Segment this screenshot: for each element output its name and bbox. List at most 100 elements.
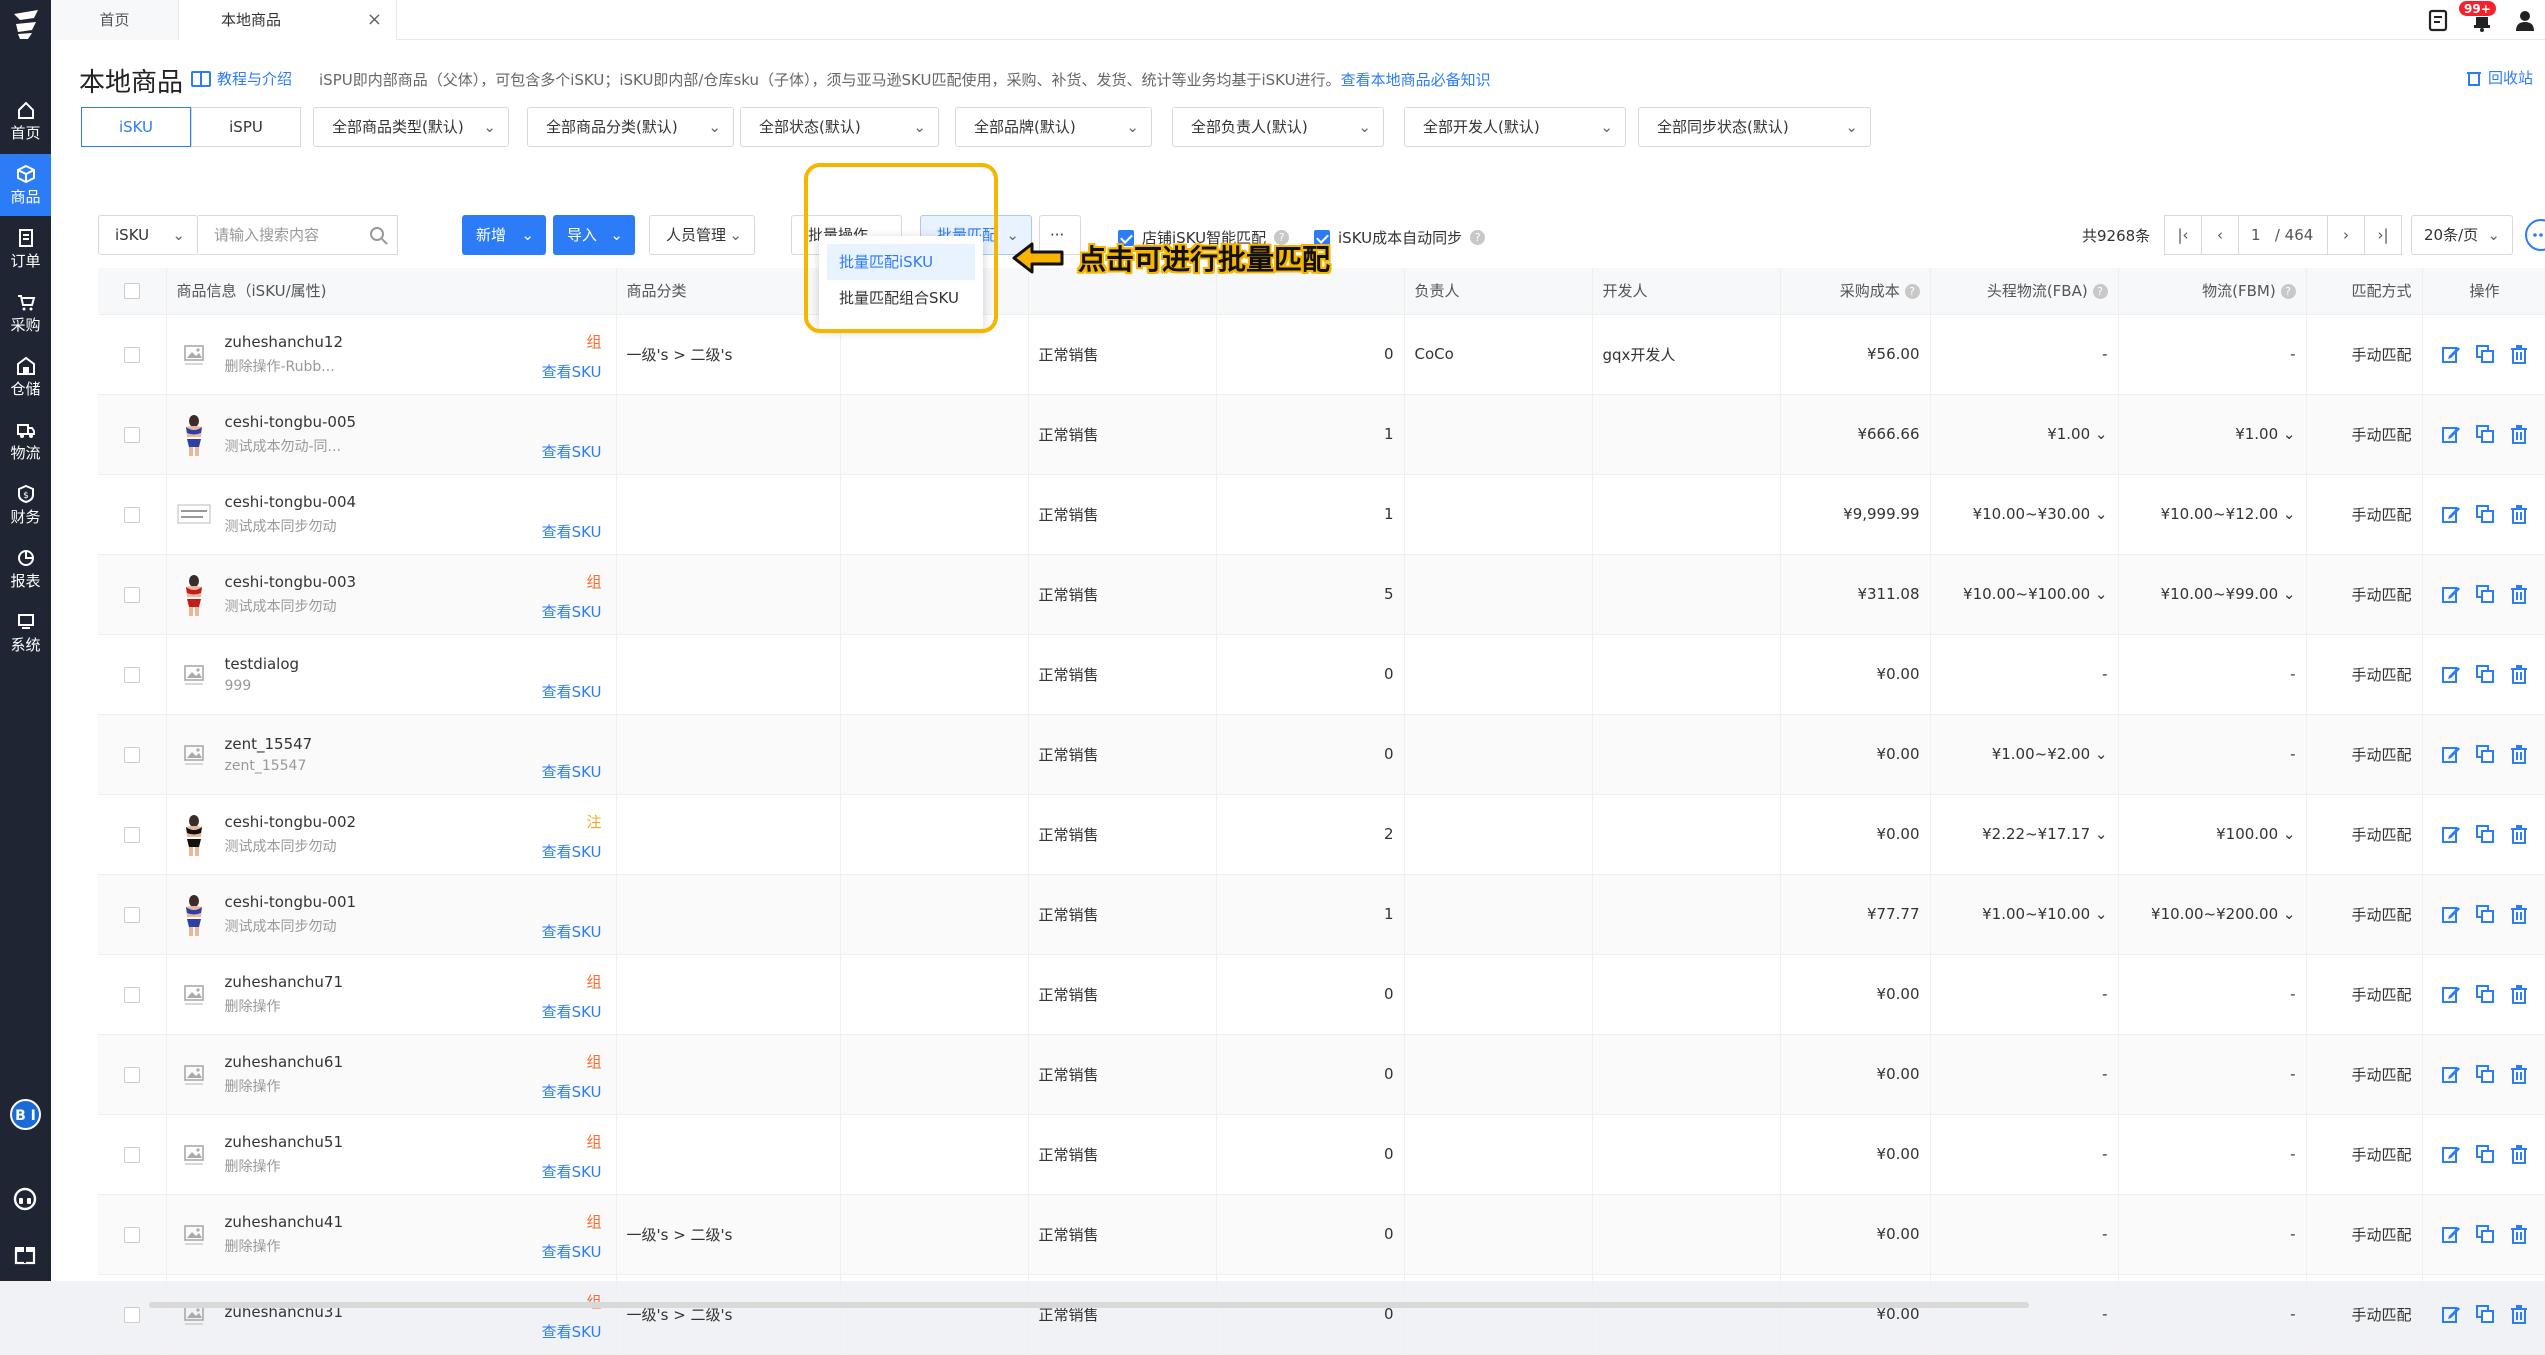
filter-select-0[interactable]: 全部商品类型(默认) ⌄ [313, 107, 509, 147]
row-checkbox-cell[interactable] [98, 394, 167, 475]
fbm-cell[interactable]: - [2118, 314, 2307, 395]
product-image-placeholder[interactable] [177, 491, 211, 537]
sidebar-item-2[interactable]: 订单 [0, 218, 51, 280]
table-row[interactable]: ceshi-tongbu-004 测试成本同步勿动 查看SKU 正常销售 1 ¥9,999… [98, 474, 2545, 555]
sidebar-item-7[interactable]: 报表 [0, 538, 51, 600]
fba-cell[interactable]: ¥2.22~¥17.17 ⌄ [1930, 794, 2119, 875]
edit-icon[interactable] [2441, 1144, 2461, 1164]
delete-icon[interactable] [2509, 1304, 2529, 1324]
fba-cell[interactable]: - [1930, 954, 2119, 1035]
help-icon[interactable]: ? [2280, 284, 2296, 300]
edit-icon[interactable] [2441, 824, 2461, 844]
tab-local-products[interactable]: 本地商品 × [179, 0, 397, 40]
knowledge-link[interactable]: 查看本地商品必备知识 [1341, 71, 1491, 89]
product-name[interactable]: ceshi-tongbu-002 [225, 813, 357, 831]
table-row[interactable]: zuheshanchu71 删除操作组查看SKU 正常销售 0 ¥0.00- - 手动匹配 [98, 954, 2545, 1035]
fbm-cell[interactable]: - [2118, 634, 2307, 715]
edit-icon[interactable] [2441, 584, 2461, 604]
delete-icon[interactable] [2509, 1144, 2529, 1164]
fba-cell[interactable]: ¥1.00~¥10.00 ⌄ [1930, 874, 2119, 955]
col-fbm[interactable]: 物流(FBM) ? [2118, 268, 2307, 315]
product-image[interactable] [177, 891, 211, 937]
row-checkbox-cell[interactable] [98, 794, 167, 875]
view-sku-link[interactable]: 查看SKU [542, 1001, 602, 1022]
copy-icon[interactable] [2475, 1224, 2495, 1244]
chevron-down-icon[interactable]: ⌄ [2283, 585, 2296, 603]
row-checkbox-cell[interactable] [98, 714, 167, 795]
delete-icon[interactable] [2509, 744, 2529, 764]
chevron-down-icon[interactable]: ⌄ [2283, 425, 2296, 443]
product-name[interactable]: ceshi-tongbu-001 [225, 893, 357, 911]
sidebar-item-6[interactable]: $ 财务 [0, 474, 51, 536]
delete-icon[interactable] [2509, 344, 2529, 364]
fba-cell[interactable]: ¥10.00~¥100.00 ⌄ [1930, 554, 2119, 635]
row-checkbox-cell[interactable] [98, 1274, 167, 1355]
fbm-cell[interactable]: - [2118, 1274, 2307, 1355]
col-fba[interactable]: 头程物流(FBA) ? [1930, 268, 2119, 315]
edit-icon[interactable] [2441, 744, 2461, 764]
image-placeholder-icon[interactable] [177, 331, 211, 377]
col-product-info[interactable]: 商品信息（iSKU/属性) [166, 268, 617, 315]
product-name[interactable]: testdialog [225, 655, 300, 673]
edit-icon[interactable] [2441, 504, 2461, 524]
clipboard-icon[interactable] [2424, 6, 2452, 34]
row-checkbox-cell[interactable] [98, 474, 167, 555]
chevron-down-icon[interactable]: ⌄ [2283, 505, 2296, 523]
filter-select-6[interactable]: 全部同步状态(默认) ⌄ [1638, 107, 1871, 147]
table-row[interactable]: ceshi-tongbu-001 测试成本同步勿动 查看SKU 正常销售 1 ¥77.77… [98, 874, 2545, 955]
view-sku-link[interactable]: 查看SKU [542, 761, 602, 782]
table-row[interactable]: zuheshanchu61 删除操作组查看SKU 正常销售 0 ¥0.00- - 手动匹配 [98, 1034, 2545, 1115]
fbm-cell[interactable]: ¥10.00~¥200.00 ⌄ [2118, 874, 2307, 955]
table-row[interactable]: zuheshanchu51 删除操作组查看SKU 正常销售 0 ¥0.00- - 手动匹配 [98, 1114, 2545, 1195]
product-name[interactable]: zuheshanchu71 [225, 973, 343, 991]
delete-icon[interactable] [2509, 1224, 2529, 1244]
segment-ispu[interactable]: iSPU [191, 107, 301, 147]
page-size-select[interactable]: 20条/页 ⌄ [2411, 215, 2513, 255]
edit-icon[interactable] [2441, 1224, 2461, 1244]
copy-icon[interactable] [2475, 984, 2495, 1004]
cost-sync-checkbox[interactable]: iSKU成本自动同步? [1314, 227, 1486, 248]
tutorial-link[interactable]: 教程与介绍 [191, 68, 292, 89]
fba-cell[interactable]: ¥1.00 ⌄ [1930, 394, 2119, 475]
fbm-cell[interactable]: - [2118, 1194, 2307, 1275]
delete-icon[interactable] [2509, 584, 2529, 604]
chevron-down-icon[interactable]: ⌄ [2095, 505, 2108, 523]
col-cost[interactable]: 采购成本 ? [1780, 268, 1931, 315]
fbm-cell[interactable]: - [2118, 1114, 2307, 1195]
edit-icon[interactable] [2441, 984, 2461, 1004]
headset-icon[interactable] [12, 1186, 38, 1212]
image-placeholder-icon[interactable] [177, 1051, 211, 1097]
next-page-icon[interactable]: › [2327, 215, 2365, 255]
delete-icon[interactable] [2509, 984, 2529, 1004]
image-placeholder-icon[interactable] [177, 731, 211, 777]
view-sku-link[interactable]: 查看SKU [542, 681, 602, 702]
delete-icon[interactable] [2509, 824, 2529, 844]
col-developer[interactable]: 开发人 [1592, 268, 1781, 315]
chevron-down-icon[interactable]: ⌄ [2095, 425, 2108, 443]
view-sku-link[interactable]: 查看SKU [542, 1161, 602, 1182]
product-image[interactable] [177, 811, 211, 857]
user-avatar[interactable]: B I [10, 1099, 41, 1130]
view-sku-link[interactable]: 查看SKU [542, 1321, 602, 1342]
edit-icon[interactable] [2441, 1064, 2461, 1084]
product-name[interactable]: zuheshanchu41 [225, 1213, 343, 1231]
search-input[interactable]: 请输入搜索内容 [198, 215, 398, 255]
copy-icon[interactable] [2475, 1064, 2495, 1084]
delete-icon[interactable] [2509, 1064, 2529, 1084]
recycle-bin-link[interactable]: 回收站 [2466, 67, 2533, 88]
table-row[interactable]: zent_15547 zent_15547 查看SKU 正常销售 0 ¥0.00 ¥1.00… [98, 714, 2545, 795]
table-row[interactable]: ceshi-tongbu-002 测试成本同步勿动 注查看SKU 正常销售 2 ¥0.00… [98, 794, 2545, 875]
fba-cell[interactable]: ¥1.00~¥2.00 ⌄ [1930, 714, 2119, 795]
copy-icon[interactable] [2475, 424, 2495, 444]
table-row[interactable]: zuheshanchu41 删除操作 组查看SKU 一级's > 二级's 正常销售 0 ¥… [98, 1194, 2545, 1275]
image-placeholder-icon[interactable] [177, 1291, 211, 1337]
user-profile-icon[interactable] [2511, 6, 2539, 34]
table-row[interactable]: ceshi-tongbu-003 测试成本同步勿动 组查看SKU 正常销售 5 ¥311.… [98, 554, 2545, 635]
chevron-down-icon[interactable]: ⌄ [2283, 825, 2296, 843]
table-row[interactable]: zuheshanchu31组查看SKU一级's > 二级's正常销售0¥0.00… [98, 1274, 2545, 1355]
fba-cell[interactable]: - [1930, 1034, 2119, 1115]
first-page-icon[interactable]: |‹ [2164, 215, 2202, 255]
copy-icon[interactable] [2475, 1304, 2495, 1324]
filter-select-3[interactable]: 全部品牌(默认) ⌄ [955, 107, 1152, 147]
col-owner[interactable]: 负责人 [1404, 268, 1593, 315]
